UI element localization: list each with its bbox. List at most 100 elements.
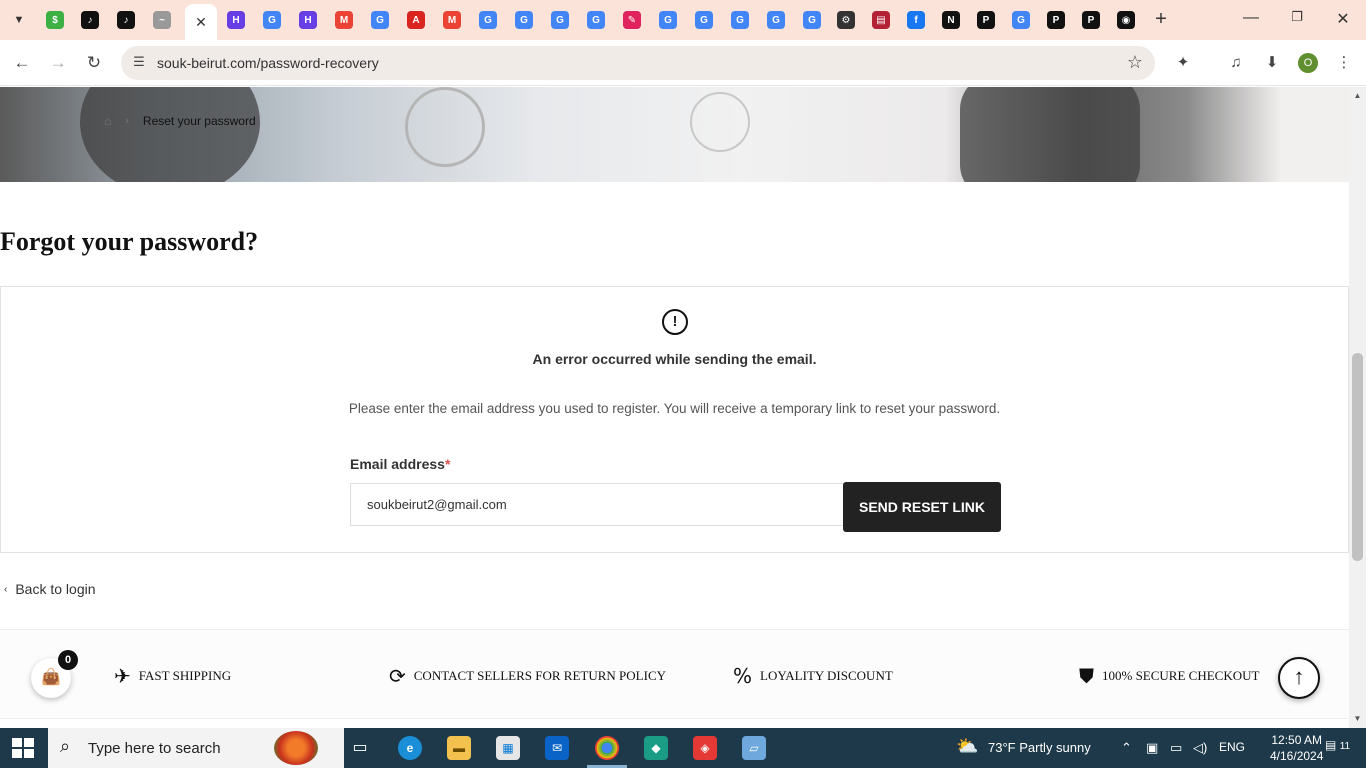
- gmail-icon[interactable]: M: [335, 11, 353, 29]
- feather-icon[interactable]: ✎: [623, 11, 641, 29]
- taskbar-clock[interactable]: 12:50 AM 4/16/2024: [1270, 732, 1323, 764]
- windows-start-icon[interactable]: [12, 738, 34, 758]
- language-indicator[interactable]: ENG: [1219, 740, 1245, 754]
- google-icon[interactable]: G: [587, 11, 605, 29]
- notion-icon[interactable]: N: [942, 11, 960, 29]
- address-url[interactable]: souk-beirut.com/password-recovery: [157, 55, 379, 71]
- google-icon[interactable]: G: [515, 11, 533, 29]
- page-viewport: ⌂ › Reset your password Forgot your pass…: [0, 87, 1349, 728]
- bookmark-star-icon[interactable]: ☆: [1127, 52, 1143, 73]
- send-reset-link-button[interactable]: SEND RESET LINK: [843, 482, 1001, 532]
- breadcrumb-current: Reset your password: [142, 114, 256, 128]
- shopping-bag-icon: 👜: [41, 669, 61, 686]
- taskbar-search-placeholder[interactable]: Type here to search: [88, 740, 221, 757]
- feature-label: FAST SHIPPING: [138, 668, 232, 683]
- back-to-login-text[interactable]: Back to login: [15, 581, 95, 597]
- address-bar[interactable]: ☰ souk-beirut.com/password-recovery ☆: [121, 46, 1155, 80]
- file-explorer-icon[interactable]: ▬: [447, 736, 471, 760]
- scroll-up-arrow-icon[interactable]: ▲: [1349, 91, 1366, 100]
- google-icon[interactable]: G: [1012, 11, 1030, 29]
- close-window-icon[interactable]: ✕: [1332, 9, 1354, 31]
- clock-date: 4/16/2024: [1270, 749, 1324, 763]
- flag-icon[interactable]: ▤: [872, 11, 890, 29]
- new-tab-plus-icon[interactable]: +: [1150, 9, 1172, 31]
- edge-browser-icon[interactable]: e: [398, 736, 422, 760]
- required-asterisk: *: [444, 456, 451, 472]
- tiktok-icon[interactable]: ♪: [81, 11, 99, 29]
- downloads-icon[interactable]: ⬇: [1260, 51, 1284, 75]
- arrow-up-icon: ↑: [1293, 664, 1305, 689]
- search-highlight-image: [274, 731, 318, 765]
- battery-icon[interactable]: ▭: [1170, 740, 1182, 756]
- microsoft-store-icon[interactable]: ▦: [496, 736, 520, 760]
- weather-text[interactable]: 73°F Partly sunny: [988, 740, 1091, 755]
- media-controls-icon[interactable]: ♫: [1224, 51, 1248, 75]
- facebook-icon[interactable]: f: [907, 11, 925, 29]
- feature-label: CONTACT SELLERS FOR RETURN POLICY: [413, 668, 667, 683]
- home-icon[interactable]: ⌂: [104, 114, 111, 128]
- google-icon[interactable]: G: [803, 11, 821, 29]
- tray-chevron-up-icon[interactable]: ⌃: [1121, 740, 1132, 756]
- clock-time: 12:50 AM: [1271, 733, 1323, 747]
- close-tab-icon[interactable]: ✕: [195, 14, 207, 31]
- profile-avatar[interactable]: O: [1298, 53, 1318, 73]
- active-tab[interactable]: ✕: [185, 4, 217, 40]
- instructions-text: Please enter the email address you used …: [348, 401, 1001, 416]
- google-icon[interactable]: G: [731, 11, 749, 29]
- anydesk-icon[interactable]: ◈: [693, 736, 717, 760]
- back-to-login-link[interactable]: ‹ Back to login: [4, 581, 96, 597]
- github-icon[interactable]: ◉: [1117, 11, 1135, 29]
- hostinger-icon[interactable]: H: [299, 11, 317, 29]
- souk-logo-icon[interactable]: ~: [153, 11, 171, 29]
- forward-arrow-icon[interactable]: →: [46, 51, 70, 75]
- google-icon[interactable]: G: [263, 11, 281, 29]
- hostinger-icon[interactable]: H: [227, 11, 245, 29]
- exclamation-circle-icon: !: [662, 309, 688, 335]
- feature-label: 100% SECURE CHECKOUT: [1102, 668, 1260, 683]
- task-view-icon[interactable]: ▭: [348, 736, 372, 760]
- picsart-icon[interactable]: P: [1047, 11, 1065, 29]
- return-icon: ⟳: [389, 664, 406, 688]
- notifications-button[interactable]: ▤ 11: [1325, 738, 1355, 758]
- chrome-icon[interactable]: [595, 736, 619, 760]
- page-title: Forgot your password?: [0, 227, 259, 256]
- volume-icon[interactable]: ◁): [1193, 740, 1207, 756]
- breadcrumb: ⌂ › Reset your password: [104, 114, 256, 128]
- google-icon[interactable]: G: [551, 11, 569, 29]
- back-arrow-icon[interactable]: ←: [10, 51, 34, 75]
- gmail-icon[interactable]: M: [443, 11, 461, 29]
- email-field[interactable]: [350, 483, 844, 526]
- page-scrollbar[interactable]: ▲ ▼: [1349, 87, 1366, 728]
- scroll-to-top-button[interactable]: ↑: [1278, 657, 1320, 699]
- tiktok-icon[interactable]: ♪: [117, 11, 135, 29]
- picsart-icon[interactable]: P: [977, 11, 995, 29]
- meet-now-icon[interactable]: ▣: [1146, 740, 1158, 756]
- weather-partly-sunny-icon: ⛅: [956, 736, 979, 756]
- vpn-shield-icon[interactable]: ◆: [644, 736, 668, 760]
- google-icon[interactable]: G: [695, 11, 713, 29]
- site-info-icon[interactable]: ☰: [130, 54, 148, 72]
- picsart-icon[interactable]: P: [1082, 11, 1100, 29]
- notepad-icon[interactable]: ▱: [742, 736, 766, 760]
- tab-search-chevron-icon[interactable]: ▼: [7, 8, 31, 32]
- browser-menu-kebab-icon[interactable]: ⋮: [1332, 51, 1356, 75]
- percent-icon: %: [733, 664, 753, 688]
- mail-icon[interactable]: ✉: [545, 736, 569, 760]
- scroll-down-arrow-icon[interactable]: ▼: [1349, 714, 1366, 723]
- scrollbar-thumb[interactable]: [1352, 353, 1363, 561]
- google-icon[interactable]: G: [371, 11, 389, 29]
- reload-icon[interactable]: ↻: [82, 51, 106, 75]
- taskbar-search-box[interactable]: ⌕ Type here to search: [48, 728, 344, 768]
- feature-loyalty-discount: % LOYALITY DISCOUNT: [733, 664, 893, 688]
- minimize-icon[interactable]: —: [1240, 9, 1262, 31]
- windows-taskbar: ⌕ Type here to search ▭ e ▬ ▦ ✉ ◆ ◈ ▱ ⛅ …: [0, 728, 1366, 768]
- restore-icon[interactable]: ❐: [1286, 9, 1308, 31]
- google-icon[interactable]: G: [479, 11, 497, 29]
- dollar-icon[interactable]: $: [46, 11, 64, 29]
- google-icon[interactable]: G: [767, 11, 785, 29]
- email-label: Email address*: [350, 456, 450, 472]
- google-icon[interactable]: G: [659, 11, 677, 29]
- settings-icon[interactable]: ⚙: [837, 11, 855, 29]
- adobe-icon[interactable]: A: [407, 11, 425, 29]
- extensions-puzzle-icon[interactable]: ✦: [1171, 51, 1195, 75]
